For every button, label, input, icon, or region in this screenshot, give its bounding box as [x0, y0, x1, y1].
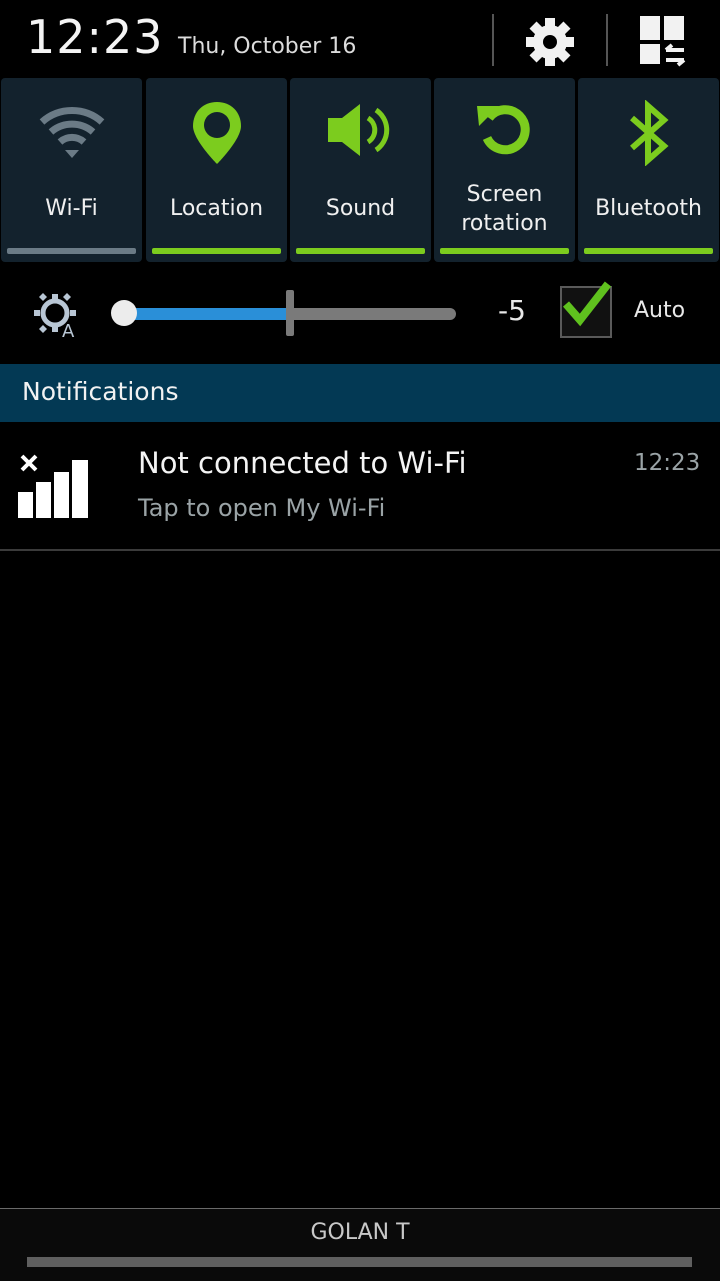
toggle-indicator-on [440, 248, 569, 254]
clock: 12:23 [26, 10, 164, 64]
rotate-icon [476, 105, 530, 155]
auto-brightness-label: Auto [634, 298, 686, 323]
settings-button[interactable] [520, 14, 580, 70]
toggle-wifi[interactable]: Wi-Fi [1, 78, 142, 262]
toggle-label: Bluetooth [595, 196, 702, 221]
wifi-icon [39, 107, 104, 158]
bluetooth-icon [629, 100, 669, 166]
divider [606, 14, 608, 66]
speaker-icon [327, 104, 389, 156]
toggle-label-line1: Screen [466, 182, 543, 207]
toggle-indicator-off [7, 248, 136, 254]
toggle-label: Sound [325, 196, 396, 221]
toggle-label: Wi-Fi [45, 196, 98, 221]
gear-icon [526, 18, 574, 66]
divider [0, 549, 720, 551]
notifications-header: Notifications [0, 364, 720, 422]
notifications-title: Notifications [22, 377, 179, 406]
toggle-indicator-on [296, 248, 425, 254]
location-pin-icon [192, 102, 241, 164]
edit-quick-settings-button[interactable] [636, 14, 692, 70]
auto-brightness-icon: A [34, 293, 76, 338]
toggle-indicator-on [152, 248, 281, 254]
notification-subtitle: Tap to open My Wi-Fi [138, 494, 386, 522]
quick-settings-grid-icon [640, 16, 686, 67]
date: Thu, October 16 [178, 34, 357, 59]
notification-time: 12:23 [634, 450, 701, 476]
toggle-location[interactable]: Location [146, 78, 287, 262]
quick-toggles: Wi-Fi Location Sound Screen rotation Blu… [0, 78, 720, 262]
toggle-label: Location [169, 196, 264, 221]
notification-title: Not connected to Wi-Fi [138, 446, 467, 480]
svg-text:A: A [62, 321, 75, 338]
carrier-footer: GOLAN T [0, 1208, 720, 1281]
toggle-bluetooth[interactable]: Bluetooth [578, 78, 719, 262]
wifi-signal-disconnected-icon [18, 454, 88, 518]
toggle-screen-rotation[interactable]: Screen rotation [434, 78, 575, 262]
brightness-slider-thumb[interactable] [111, 300, 137, 326]
toggle-label-line2: rotation [461, 211, 548, 236]
divider [492, 14, 494, 66]
status-header: 12:23 Thu, October 16 [0, 0, 720, 78]
notification-item[interactable]: Not connected to Wi-Fi Tap to open My Wi… [0, 422, 720, 550]
toggle-sound[interactable]: Sound [290, 78, 431, 262]
carrier-name: GOLAN T [310, 1220, 410, 1245]
brightness-row: A -5 Auto [0, 262, 720, 364]
toggle-indicator-on [584, 248, 713, 254]
checkmark-icon [562, 281, 612, 327]
brightness-fill [124, 308, 290, 320]
brightness-center-mark [286, 290, 294, 336]
brightness-value: -5 [498, 294, 526, 327]
drag-handle[interactable] [27, 1257, 692, 1267]
auto-brightness-checkbox[interactable] [560, 281, 612, 338]
